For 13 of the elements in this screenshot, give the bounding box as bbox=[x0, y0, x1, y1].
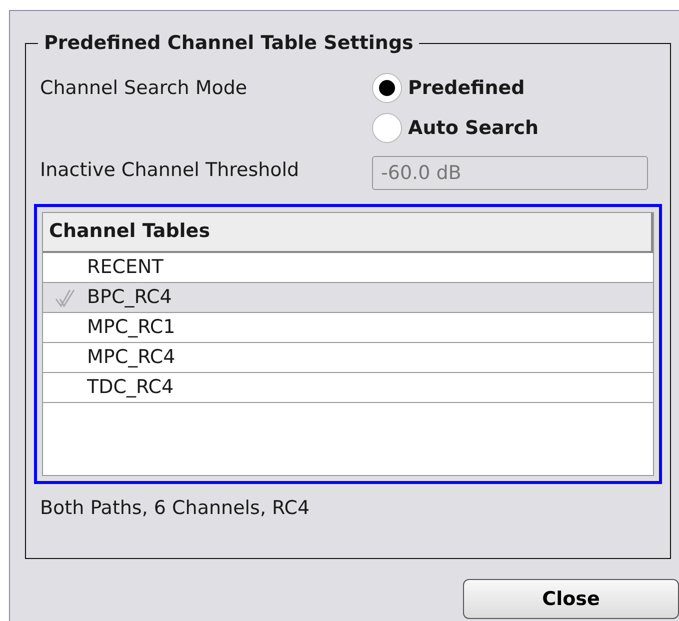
field-label: Inactive Channel Threshold bbox=[40, 159, 300, 181]
radio-option[interactable]: Predefined bbox=[372, 68, 539, 108]
table-row[interactable]: BPC_RC4 bbox=[43, 283, 653, 313]
info-text: Both Paths, 6 Channels, RC4 bbox=[40, 497, 310, 519]
table-row[interactable]: MPC_RC4 bbox=[43, 343, 653, 373]
radio-option[interactable]: Auto Search bbox=[372, 108, 539, 148]
table-row[interactable]: TDC_RC4 bbox=[43, 373, 653, 403]
close-button[interactable]: Close bbox=[463, 579, 679, 619]
radio-button[interactable] bbox=[372, 73, 402, 103]
table-row[interactable]: MPC_RC1 bbox=[43, 313, 653, 343]
radio-button[interactable] bbox=[372, 113, 402, 143]
column-header[interactable]: Channel Tables bbox=[43, 213, 653, 253]
field-label: Channel Search Mode bbox=[40, 76, 248, 101]
